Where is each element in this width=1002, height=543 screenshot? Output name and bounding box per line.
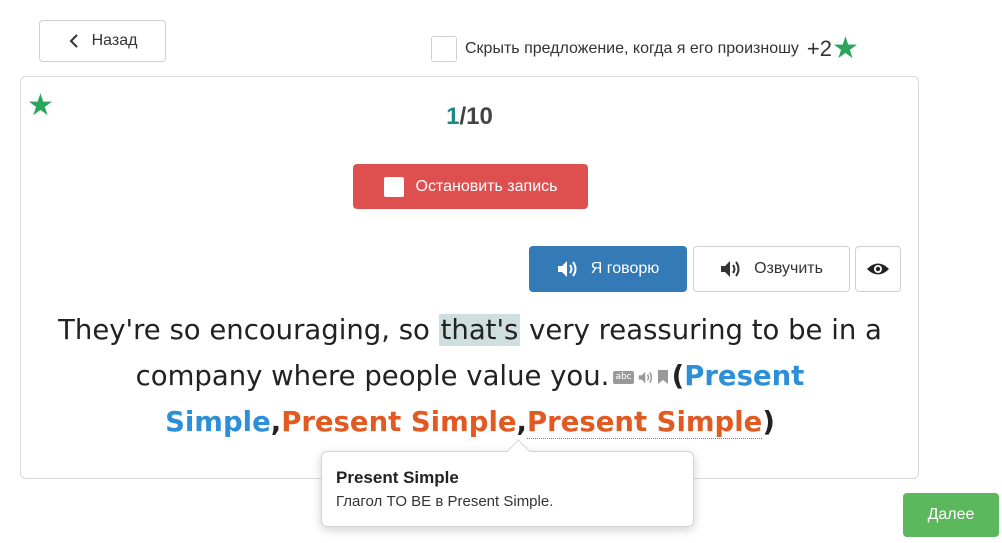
speaker-icon[interactable] xyxy=(638,371,654,384)
star-icon: ★ xyxy=(832,32,859,65)
bonus-points: +2 ★ xyxy=(807,34,859,64)
abc-icon[interactable]: abc xyxy=(613,370,634,384)
speaker-icon xyxy=(557,261,577,277)
exercise-card: ★ 1/10 Остановить запись Я говорю Озвучи… xyxy=(20,76,919,479)
back-button-label: Назад xyxy=(91,32,138,49)
eye-icon xyxy=(867,263,889,275)
next-button[interactable]: Далее xyxy=(903,493,999,537)
grammar-tag-active[interactable]: Present Simple xyxy=(526,406,763,439)
hide-sentence-checkbox[interactable] xyxy=(431,36,457,62)
voice-over-button[interactable]: Озвучить xyxy=(693,246,850,292)
progress-counter: 1/10 xyxy=(21,103,918,131)
sentence-part-before: They're so encouraging, so xyxy=(58,314,439,346)
tag-separator: , xyxy=(516,406,527,438)
highlighted-word[interactable]: that's xyxy=(438,314,521,346)
grammar-popover: Present Simple Глагол TO BE в Present Si… xyxy=(321,451,694,527)
popover-title: Present Simple xyxy=(336,468,459,487)
hide-sentence-option: Скрыть предложение, когда я его произнош… xyxy=(431,34,859,64)
hide-sentence-label: Скрыть предложение, когда я его произнош… xyxy=(465,40,799,57)
paren-close: ) xyxy=(762,406,775,438)
counter-total: /10 xyxy=(459,103,493,130)
grammar-tag[interactable]: Present Simple xyxy=(281,406,516,438)
tag-separator: , xyxy=(270,406,282,438)
stop-icon xyxy=(383,176,404,197)
bookmark-icon[interactable] xyxy=(657,370,668,384)
voice-over-label: Озвучить xyxy=(754,260,823,277)
show-translation-button[interactable] xyxy=(855,246,901,292)
chevron-left-icon xyxy=(69,34,78,48)
popover-body: Глагол TO BE в Present Simple. xyxy=(336,493,554,510)
bonus-value: +2 xyxy=(806,36,833,61)
sentence-text: They're so encouraging, so that's very r… xyxy=(49,307,891,445)
counter-current: 1 xyxy=(446,103,460,130)
paren-open: ( xyxy=(671,360,685,392)
back-button[interactable]: Назад xyxy=(39,20,166,62)
stop-recording-label: Остановить запись xyxy=(415,177,558,195)
sentence-tools: abc xyxy=(613,370,668,384)
stop-recording-button[interactable]: Остановить запись xyxy=(353,164,588,209)
speaker-icon xyxy=(721,261,740,277)
i-speak-button[interactable]: Я говорю xyxy=(529,246,687,292)
i-speak-label: Я говорю xyxy=(590,260,660,277)
